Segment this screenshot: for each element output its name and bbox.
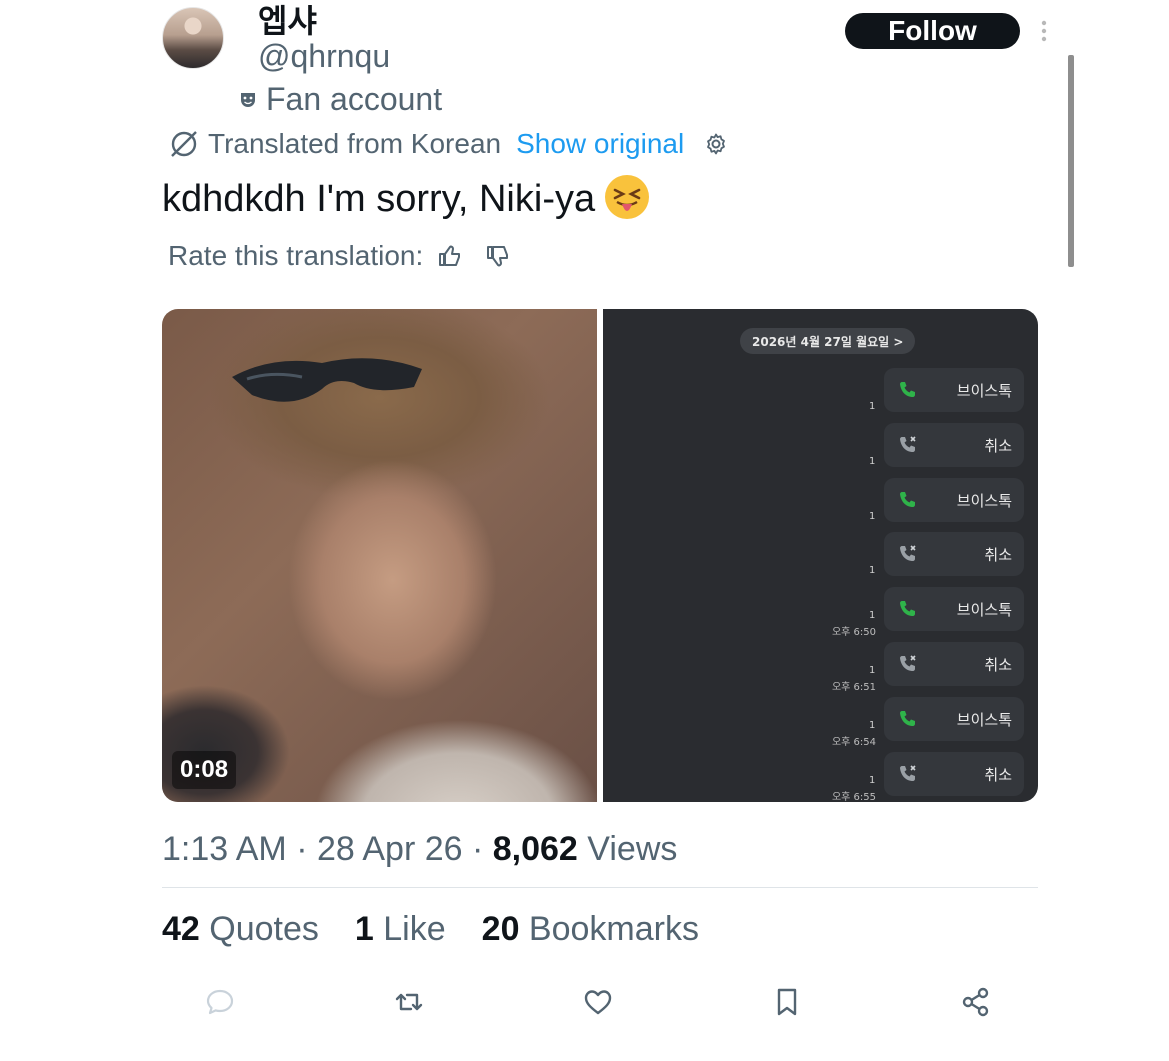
translated-from-label: Translated from Korean [208, 128, 502, 159]
chat-date-pill: 2026년 4월 27일 월요일 > [740, 328, 916, 354]
voice-call-bubble: 브이스톡 [884, 587, 1024, 632]
phone-icon [900, 491, 915, 507]
missed-call-icon [900, 436, 916, 452]
call-label: 취소 [984, 546, 1012, 565]
cancelled-call-bubble: 취소 [884, 642, 1024, 686]
unread-count: 1 [869, 610, 876, 622]
views-count: 8,062 [492, 830, 578, 868]
meta-separator: · [286, 830, 317, 868]
cancelled-call-bubble: 취소 [884, 751, 1024, 796]
unread-count: 1 [869, 774, 876, 786]
avatar[interactable] [162, 7, 224, 69]
fan-account-badge: Fan account [238, 81, 442, 118]
bookmarks-stat[interactable]: 20 Bookmarks [482, 910, 699, 949]
missed-call-icon [900, 765, 916, 781]
unread-count: 1 [869, 510, 876, 522]
tweet-meta: 1:13 AM · 28 Apr 26 · 8,062 Views [162, 830, 677, 869]
quotes-stat[interactable]: 42 Quotes [162, 910, 319, 949]
cancelled-call-bubble: 취소 [884, 532, 1024, 577]
tweet-body: kdhdkdh I'm sorry, Niki-ya [162, 178, 596, 220]
call-timestamp: 오후 6:55 [831, 791, 876, 802]
call-label: 브이스톡 [956, 710, 1012, 729]
bookmarks-label: Bookmarks [519, 910, 699, 948]
bookmarks-count: 20 [481, 910, 520, 948]
user-handle[interactable]: @qhrnqu [258, 38, 390, 75]
more-options-icon[interactable] [1036, 18, 1052, 44]
call-label: 취소 [984, 656, 1012, 674]
quotes-count: 42 [162, 910, 200, 948]
thumbs-up-icon[interactable] [437, 243, 463, 269]
call-label: 취소 [984, 436, 1012, 455]
retweet-icon[interactable] [393, 986, 425, 1018]
likes-stat[interactable]: 1 Like [355, 910, 446, 949]
rate-label: Rate this translation: [168, 240, 424, 271]
share-icon[interactable] [960, 986, 992, 1018]
rate-translation: Rate this translation: [168, 240, 511, 272]
quotes-label: Quotes [199, 910, 319, 948]
display-name[interactable]: 엡샤 [258, 0, 317, 42]
missed-call-icon [900, 545, 916, 562]
like-heart-icon[interactable] [582, 986, 614, 1018]
call-log-image: 2026년 4월 27일 월요일 > 브이스톡 1 취소 1 브이스톡 1 취소 1 브이스톡 1… [603, 309, 1038, 802]
thumbs-down-icon[interactable] [485, 243, 511, 269]
call-label: 취소 [984, 765, 1012, 784]
scrollbar[interactable] [1068, 55, 1074, 267]
call-timestamp: 오후 6:54 [831, 736, 876, 748]
unread-count: 1 [869, 665, 876, 676]
follow-button[interactable]: Follow [845, 13, 1020, 49]
views-label: Views [577, 830, 678, 868]
video-player[interactable]: 0:08 [162, 309, 602, 802]
call-label: 브이스톡 [956, 601, 1012, 620]
bookmark-icon[interactable] [771, 986, 803, 1018]
unread-count: 1 [869, 401, 876, 412]
call-timestamp: 오후 6:51 [831, 682, 876, 693]
squinting-tongue-emoji-icon [605, 175, 650, 219]
tweet-date[interactable]: 28 Apr 26 [317, 830, 463, 868]
tweet-text: kdhdkdh I'm sorry, Niki-ya [162, 175, 650, 221]
unread-count: 1 [869, 455, 876, 467]
likes-count: 1 [354, 910, 374, 948]
phone-icon [900, 601, 915, 617]
divider [162, 887, 1038, 888]
unread-count: 1 [869, 719, 876, 731]
missed-call-icon [900, 655, 916, 671]
phone-icon [900, 382, 915, 397]
cancelled-call-bubble: 취소 [884, 422, 1024, 467]
theater-mask-icon [241, 92, 255, 107]
call-label: 브이스톡 [956, 382, 1012, 400]
badge-label: Fan account [266, 81, 443, 117]
meta-separator: · [462, 830, 493, 868]
video-shirt-shape [282, 639, 602, 802]
translation-notice: Translated from Korean Show original [168, 128, 728, 160]
gear-icon[interactable] [704, 132, 728, 156]
tweet-time[interactable]: 1:13 AM [162, 830, 287, 868]
likes-label: Like [373, 910, 446, 948]
voice-call-bubble: 브이스톡 [884, 696, 1024, 741]
video-duration: 0:08 [172, 751, 237, 789]
sunglasses-shape [232, 358, 422, 402]
reply-icon[interactable] [204, 986, 236, 1018]
unread-count: 1 [869, 565, 876, 577]
voice-call-bubble: 브이스톡 [884, 477, 1024, 522]
call-label: 브이스톡 [956, 491, 1012, 510]
globe-icon [171, 131, 197, 157]
voice-call-bubble: 브이스톡 [884, 368, 1024, 412]
media-container: 0:08 2026년 4월 27일 월요일 > 브이스톡 1 취소 1 브이스톡 1 취소 1… [162, 309, 1038, 802]
call-timestamp: 오후 6:50 [831, 627, 876, 639]
phone-icon [900, 710, 915, 726]
engagement-stats: 42 Quotes 1 Like 20 Bookmarks [162, 910, 699, 949]
show-original-link[interactable]: Show original [516, 128, 684, 160]
